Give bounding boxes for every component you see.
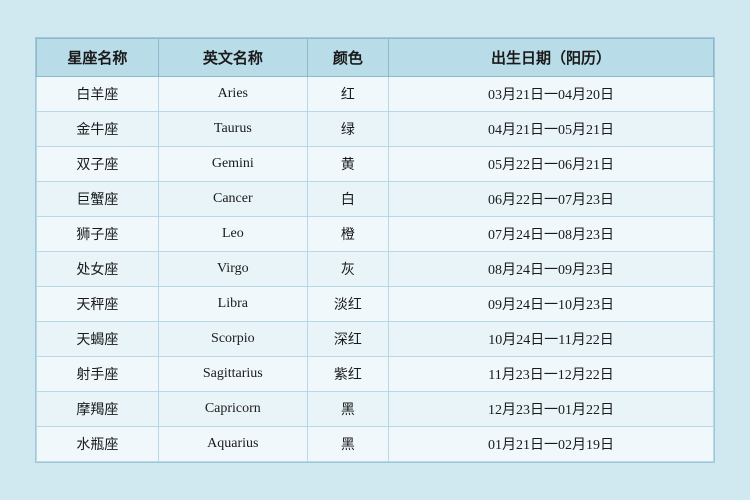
cell-en: Capricorn	[158, 392, 307, 427]
cell-date: 01月21日一02月19日	[389, 427, 714, 462]
cell-cn: 白羊座	[37, 77, 159, 112]
cell-color: 黑	[307, 427, 388, 462]
header-date: 出生日期（阳历）	[389, 39, 714, 77]
cell-date: 12月23日一01月22日	[389, 392, 714, 427]
cell-date: 04月21日一05月21日	[389, 112, 714, 147]
table-row: 天秤座Libra淡红09月24日一10月23日	[37, 287, 714, 322]
cell-date: 08月24日一09月23日	[389, 252, 714, 287]
cell-en: Cancer	[158, 182, 307, 217]
cell-cn: 狮子座	[37, 217, 159, 252]
cell-cn: 摩羯座	[37, 392, 159, 427]
cell-cn: 双子座	[37, 147, 159, 182]
cell-color: 红	[307, 77, 388, 112]
table-row: 双子座Gemini黄05月22日一06月21日	[37, 147, 714, 182]
table-row: 巨蟹座Cancer白06月22日一07月23日	[37, 182, 714, 217]
cell-en: Taurus	[158, 112, 307, 147]
cell-color: 橙	[307, 217, 388, 252]
zodiac-table-container: 星座名称 英文名称 颜色 出生日期（阳历） 白羊座Aries红03月21日一04…	[35, 37, 715, 463]
cell-en: Virgo	[158, 252, 307, 287]
cell-color: 绿	[307, 112, 388, 147]
table-row: 天蝎座Scorpio深红10月24日一11月22日	[37, 322, 714, 357]
table-row: 金牛座Taurus绿04月21日一05月21日	[37, 112, 714, 147]
cell-en: Gemini	[158, 147, 307, 182]
table-row: 摩羯座Capricorn黑12月23日一01月22日	[37, 392, 714, 427]
header-color: 颜色	[307, 39, 388, 77]
cell-en: Libra	[158, 287, 307, 322]
cell-date: 07月24日一08月23日	[389, 217, 714, 252]
cell-date: 09月24日一10月23日	[389, 287, 714, 322]
cell-cn: 天蝎座	[37, 322, 159, 357]
table-row: 白羊座Aries红03月21日一04月20日	[37, 77, 714, 112]
header-en: 英文名称	[158, 39, 307, 77]
cell-en: Aries	[158, 77, 307, 112]
cell-cn: 巨蟹座	[37, 182, 159, 217]
cell-color: 黑	[307, 392, 388, 427]
cell-color: 白	[307, 182, 388, 217]
cell-cn: 处女座	[37, 252, 159, 287]
table-header-row: 星座名称 英文名称 颜色 出生日期（阳历）	[37, 39, 714, 77]
cell-cn: 射手座	[37, 357, 159, 392]
table-row: 狮子座Leo橙07月24日一08月23日	[37, 217, 714, 252]
cell-date: 03月21日一04月20日	[389, 77, 714, 112]
cell-en: Sagittarius	[158, 357, 307, 392]
cell-date: 05月22日一06月21日	[389, 147, 714, 182]
table-row: 水瓶座Aquarius黑01月21日一02月19日	[37, 427, 714, 462]
cell-color: 黄	[307, 147, 388, 182]
table-row: 射手座Sagittarius紫红11月23日一12月22日	[37, 357, 714, 392]
cell-cn: 金牛座	[37, 112, 159, 147]
cell-color: 淡红	[307, 287, 388, 322]
cell-date: 11月23日一12月22日	[389, 357, 714, 392]
table-row: 处女座Virgo灰08月24日一09月23日	[37, 252, 714, 287]
cell-date: 06月22日一07月23日	[389, 182, 714, 217]
cell-date: 10月24日一11月22日	[389, 322, 714, 357]
cell-color: 灰	[307, 252, 388, 287]
cell-color: 紫红	[307, 357, 388, 392]
cell-cn: 水瓶座	[37, 427, 159, 462]
cell-cn: 天秤座	[37, 287, 159, 322]
header-cn: 星座名称	[37, 39, 159, 77]
cell-en: Leo	[158, 217, 307, 252]
cell-color: 深红	[307, 322, 388, 357]
cell-en: Aquarius	[158, 427, 307, 462]
cell-en: Scorpio	[158, 322, 307, 357]
zodiac-table: 星座名称 英文名称 颜色 出生日期（阳历） 白羊座Aries红03月21日一04…	[36, 38, 714, 462]
